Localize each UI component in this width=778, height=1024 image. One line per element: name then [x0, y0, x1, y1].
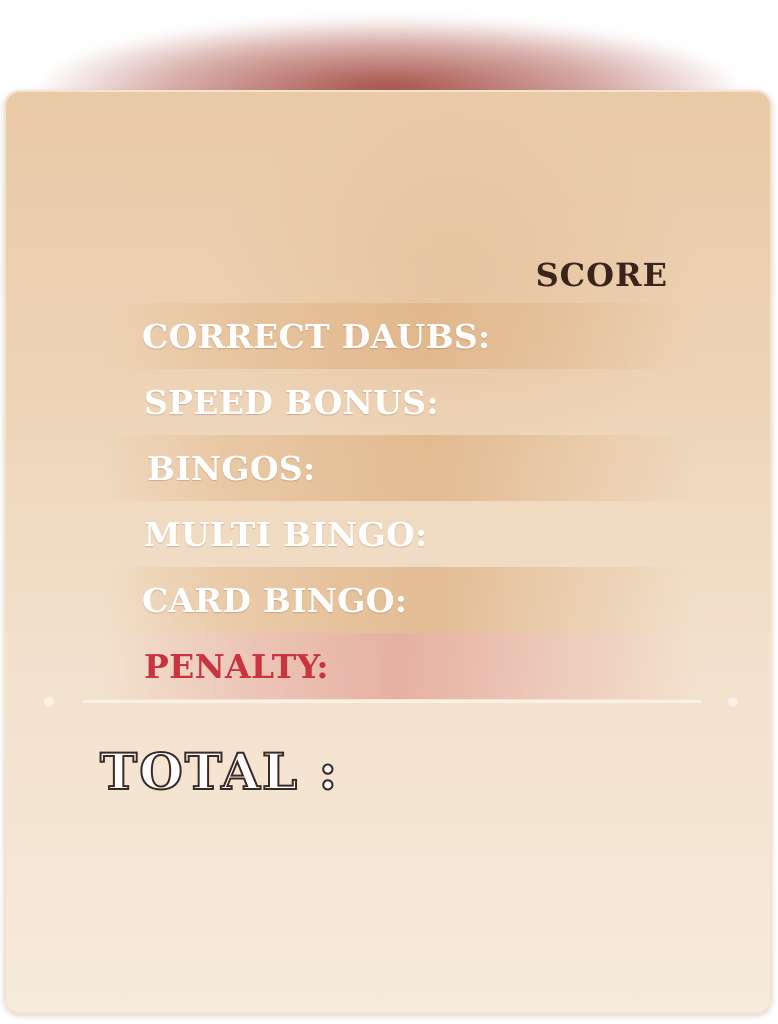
- score-card: SCORE CORRECT DAUBS: SPEED BONUS: BINGOS…: [4, 90, 772, 1014]
- speed-bonus-label: SPEED BONUS:: [144, 382, 439, 422]
- score-rows: CORRECT DAUBS: SPEED BONUS: BINGOS: MULT…: [104, 303, 694, 699]
- divider-right-dot: [728, 697, 738, 707]
- correct-daubs-label: CORRECT DAUBS:: [142, 316, 491, 356]
- score-row-multi-bingo: MULTI BINGO:: [104, 501, 694, 567]
- card-bingo-label: CARD BINGO:: [142, 580, 408, 620]
- divider-left-dot: [44, 697, 54, 707]
- score-row-speed-bonus: SPEED BONUS:: [104, 369, 694, 435]
- score-row-correct-daubs: CORRECT DAUBS:: [104, 303, 694, 369]
- total-divider: [82, 700, 702, 703]
- multi-bingo-label: MULTI BINGO:: [144, 514, 428, 554]
- score-column-header: SCORE: [535, 256, 668, 294]
- total-label: TOTAL :: [99, 741, 340, 802]
- bingos-label: BINGOS:: [147, 448, 316, 488]
- score-row-penalty: PENALTY:: [104, 633, 694, 699]
- score-screen: SCORE CORRECT DAUBS: SPEED BONUS: BINGOS…: [0, 0, 778, 1024]
- score-row-bingos: BINGOS:: [104, 435, 694, 501]
- score-row-card-bingo: CARD BINGO:: [104, 567, 694, 633]
- penalty-label: PENALTY:: [144, 646, 329, 686]
